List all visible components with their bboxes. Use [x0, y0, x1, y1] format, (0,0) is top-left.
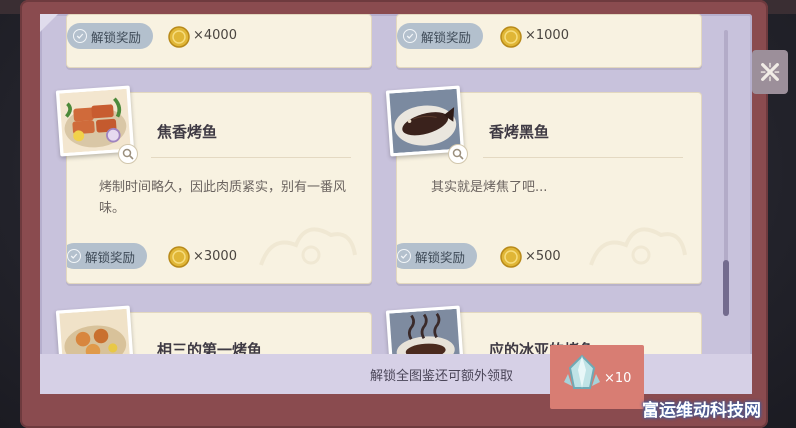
- reward-amount: ×3000: [193, 249, 237, 264]
- dish-title: 焦香烤鱼: [157, 123, 218, 141]
- check-icon: [403, 29, 417, 43]
- gold-coin-icon: [500, 26, 522, 48]
- gold-coin-icon: [500, 246, 522, 268]
- reward-amount: ×4000: [193, 28, 237, 43]
- close-x-icon: [760, 62, 780, 82]
- unlock-reward-badge: 解锁奖励: [397, 243, 478, 269]
- burnt-fish-image: [389, 88, 461, 154]
- grilled-fish-image: [59, 88, 131, 154]
- dish-description: 烤制时间略久，因此肉质紧实，别有一番风味。: [99, 180, 347, 216]
- site-watermark: 富运维动科技网: [642, 401, 761, 421]
- magnifier-icon: [452, 148, 464, 160]
- badge-label: 解锁奖励: [85, 249, 136, 265]
- scrollbar-thumb[interactable]: [723, 260, 729, 316]
- cloud-watermark: [259, 227, 357, 266]
- game-screen: 解锁奖励 ×4000 解锁奖励 ×1000 焦香烤鱼 烤制时间略久，因此肉质紧实…: [0, 0, 796, 428]
- reward-amount: ×1000: [525, 28, 569, 43]
- reward-amount: ×500: [525, 249, 561, 264]
- check-icon: [397, 249, 411, 263]
- dish-title: 香烤黑鱼: [489, 123, 550, 141]
- close-button[interactable]: [752, 50, 788, 94]
- unlock-reward-badge: 解锁奖励: [67, 243, 148, 269]
- dish-description: 其实就是烤焦了吧...: [431, 180, 548, 195]
- check-icon: [73, 29, 87, 43]
- badge-label: 解锁奖励: [421, 29, 472, 45]
- divider: [151, 157, 351, 158]
- unlock-reward-badge: 解锁奖励: [67, 23, 154, 49]
- zoom-button[interactable]: [448, 144, 468, 164]
- divider: [483, 157, 683, 158]
- bonus-hint-text: 解锁全图鉴还可额外领取: [370, 369, 514, 384]
- reward-amount: ×10: [604, 371, 632, 386]
- zoom-button[interactable]: [118, 144, 138, 164]
- dish-card[interactable]: 解锁奖励 ×1000: [396, 14, 702, 68]
- badge-label: 解锁奖励: [91, 29, 142, 45]
- gold-coin-icon: [168, 246, 190, 268]
- gold-coin-icon: [168, 26, 190, 48]
- cloud-watermark: [589, 227, 687, 266]
- badge-label: 解锁奖励: [415, 249, 466, 265]
- dish-card[interactable]: 解锁奖励 ×4000: [66, 14, 372, 68]
- unlock-reward-badge: 解锁奖励: [397, 23, 484, 49]
- check-icon: [67, 249, 81, 263]
- magnifier-icon: [122, 148, 134, 160]
- crystal-gem-icon: [564, 354, 600, 389]
